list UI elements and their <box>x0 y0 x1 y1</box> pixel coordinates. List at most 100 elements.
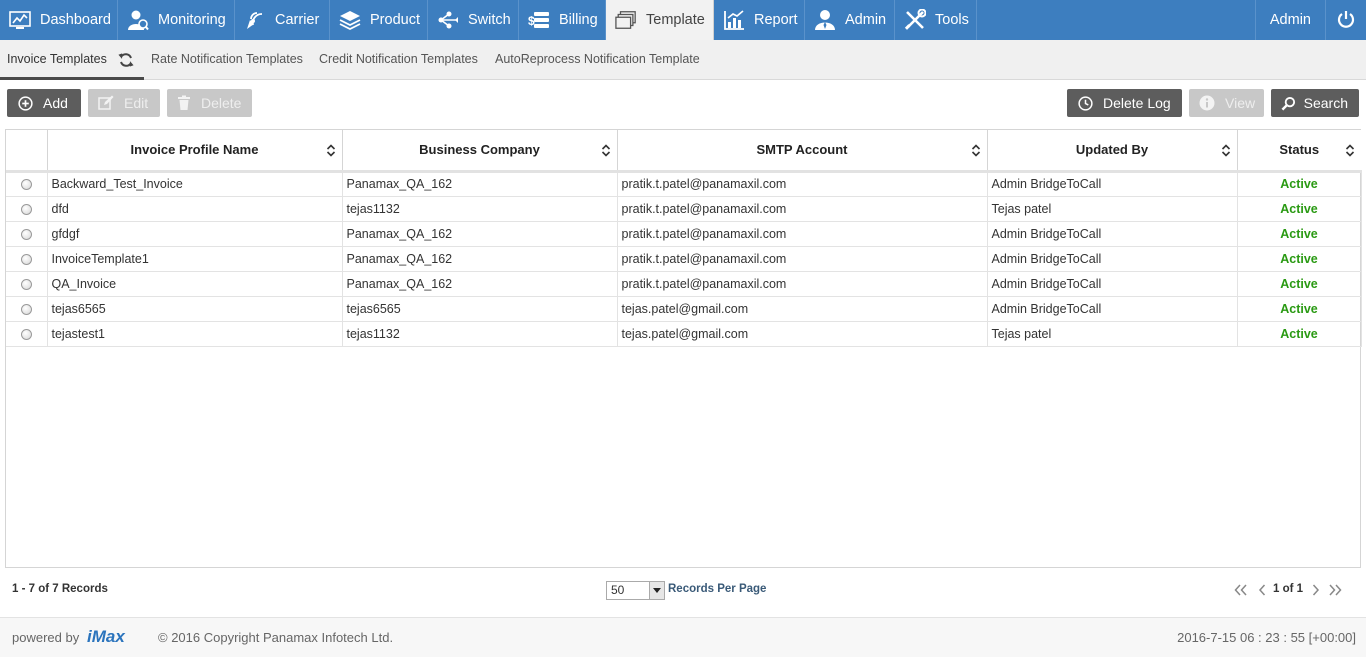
cell-status: Active <box>1237 271 1362 297</box>
table-row[interactable]: InvoiceTemplate1 Panamax_QA_162 pratik.t… <box>6 246 1362 272</box>
cell-smtp-account: tejas.patel@gmail.com <box>617 296 988 322</box>
report-icon <box>723 9 745 31</box>
nav-carrier[interactable]: Carrier <box>235 0 330 40</box>
table-row[interactable]: tejastest1 tejas1132 tejas.patel@gmail.c… <box>6 321 1362 347</box>
cell-business-company: Panamax_QA_162 <box>342 171 618 197</box>
cell-smtp-account: pratik.t.patel@panamaxil.com <box>617 171 988 197</box>
records-per-page-value: 50 <box>611 583 625 597</box>
row-radio[interactable] <box>20 203 32 215</box>
refresh-icon[interactable] <box>118 52 134 68</box>
table-row[interactable]: QA_Invoice Panamax_QA_162 pratik.t.patel… <box>6 271 1362 297</box>
add-button[interactable]: Add <box>7 89 81 117</box>
row-radio[interactable] <box>20 328 32 340</box>
invoice-templates-grid: Invoice Profile Name Business Company SM… <box>5 129 1362 611</box>
row-radio[interactable] <box>20 253 32 265</box>
nav-switch-label: Switch <box>468 12 511 28</box>
chevron-right-icon <box>1312 584 1320 596</box>
column-header-smtp-account[interactable]: SMTP Account <box>617 130 988 173</box>
column-header-status[interactable]: Status <box>1237 130 1361 173</box>
column-header-updated-by[interactable]: Updated By <box>987 130 1238 173</box>
add-circle-icon <box>17 95 33 111</box>
tab-rate-notification-templates[interactable]: Rate Notification Templates <box>151 40 303 80</box>
cell-invoice-profile-name: tejastest1 <box>47 321 343 347</box>
cell-invoice-profile-name: tejas6565 <box>47 296 343 322</box>
record-count: 1 - 7 of 7 Records <box>12 583 108 595</box>
tab-rate-notification-label: Rate Notification Templates <box>151 52 303 66</box>
imax-logo-text: iMax <box>87 627 125 646</box>
records-per-page-select[interactable]: 50 <box>606 581 665 600</box>
nav-product-label: Product <box>370 12 420 28</box>
next-page-button[interactable] <box>1309 582 1323 598</box>
nav-product[interactable]: Product <box>330 0 428 40</box>
nav-monitoring[interactable]: Monitoring <box>118 0 235 40</box>
nav-dashboard[interactable]: Dashboard <box>0 0 118 40</box>
row-select-cell <box>6 246 48 272</box>
table-row[interactable]: Backward_Test_Invoice Panamax_QA_162 pra… <box>6 171 1362 197</box>
search-button[interactable]: Search <box>1271 89 1359 117</box>
power-icon <box>1337 10 1355 31</box>
nav-dashboard-label: Dashboard <box>40 12 111 28</box>
table-row[interactable]: gfdgf Panamax_QA_162 pratik.t.patel@pana… <box>6 221 1362 247</box>
row-radio[interactable] <box>20 278 32 290</box>
view-button[interactable]: View <box>1189 89 1264 117</box>
nav-billing[interactable]: $ Billing <box>519 0 606 40</box>
nav-switch[interactable]: Switch <box>428 0 519 40</box>
top-nav: Dashboard Monitoring Carrier Product Swi… <box>0 0 1366 40</box>
records-per-page-label: Records Per Page <box>668 583 767 595</box>
search-icon <box>1281 95 1297 111</box>
delete-button[interactable]: Delete <box>167 89 252 117</box>
cell-invoice-profile-name: QA_Invoice <box>47 271 343 297</box>
user-name: Admin <box>1269 12 1311 28</box>
prev-page-button[interactable] <box>1255 582 1269 598</box>
sort-icon <box>1345 144 1355 157</box>
column-header-label: SMTP Account <box>756 142 848 158</box>
edit-button[interactable]: Edit <box>88 89 160 117</box>
row-radio[interactable] <box>20 179 32 191</box>
nav-tools[interactable]: Tools <box>895 0 977 40</box>
clock-icon <box>1077 95 1093 111</box>
cell-smtp-account: pratik.t.patel@panamaxil.com <box>617 196 988 222</box>
cell-business-company: tejas1132 <box>342 196 618 222</box>
first-page-button[interactable] <box>1234 582 1248 598</box>
row-select-cell <box>6 296 48 322</box>
column-header-label: Invoice Profile Name <box>130 142 259 158</box>
cell-status: Active <box>1237 196 1362 222</box>
search-button-label: Search <box>1303 95 1348 111</box>
cell-business-company: tejas1132 <box>342 321 618 347</box>
delete-log-button[interactable]: Delete Log <box>1067 89 1182 117</box>
monitoring-icon <box>127 9 149 31</box>
sort-icon <box>971 144 980 157</box>
user-menu[interactable]: Admin <box>1254 0 1326 40</box>
row-radio[interactable] <box>20 303 32 315</box>
sub-tabs: Invoice Templates Rate Notification Temp… <box>0 40 1366 80</box>
nav-admin[interactable]: Admin <box>805 0 895 40</box>
double-chevron-right-icon <box>1329 584 1342 596</box>
nav-report[interactable]: Report <box>714 0 805 40</box>
view-button-label: View <box>1225 95 1256 111</box>
table-row[interactable]: dfd tejas1132 pratik.t.patel@panamaxil.c… <box>6 196 1362 222</box>
footer: powered by iMax © 2016 Copyright Panamax… <box>0 617 1366 657</box>
column-header-invoice-profile-name[interactable]: Invoice Profile Name <box>47 130 343 173</box>
cell-invoice-profile-name: dfd <box>47 196 343 222</box>
tab-credit-notification-templates[interactable]: Credit Notification Templates <box>319 40 478 80</box>
table-row[interactable]: tejas6565 tejas6565 tejas.patel@gmail.co… <box>6 296 1362 322</box>
row-select-cell <box>6 196 48 222</box>
cell-status: Active <box>1237 221 1362 247</box>
row-radio[interactable] <box>20 228 32 240</box>
edit-button-label: Edit <box>124 95 149 111</box>
delete-log-button-label: Delete Log <box>1103 95 1171 111</box>
column-header-label: Business Company <box>419 142 540 158</box>
column-header-business-company[interactable]: Business Company <box>342 130 618 173</box>
cell-invoice-profile-name: gfdgf <box>47 221 343 247</box>
tab-autoreprocess-notification-template[interactable]: AutoReprocess Notification Template <box>495 40 700 80</box>
tools-icon <box>904 9 926 31</box>
last-page-button[interactable] <box>1328 582 1342 598</box>
power-button[interactable] <box>1326 0 1366 40</box>
nav-report-label: Report <box>754 12 798 28</box>
sort-icon <box>326 144 335 157</box>
cell-smtp-account: pratik.t.patel@panamaxil.com <box>617 246 988 272</box>
cell-status: Active <box>1237 321 1362 347</box>
nav-admin-label: Admin <box>845 12 887 28</box>
nav-template[interactable]: Template <box>606 0 714 40</box>
cell-updated-by: Admin BridgeToCall <box>987 246 1238 272</box>
